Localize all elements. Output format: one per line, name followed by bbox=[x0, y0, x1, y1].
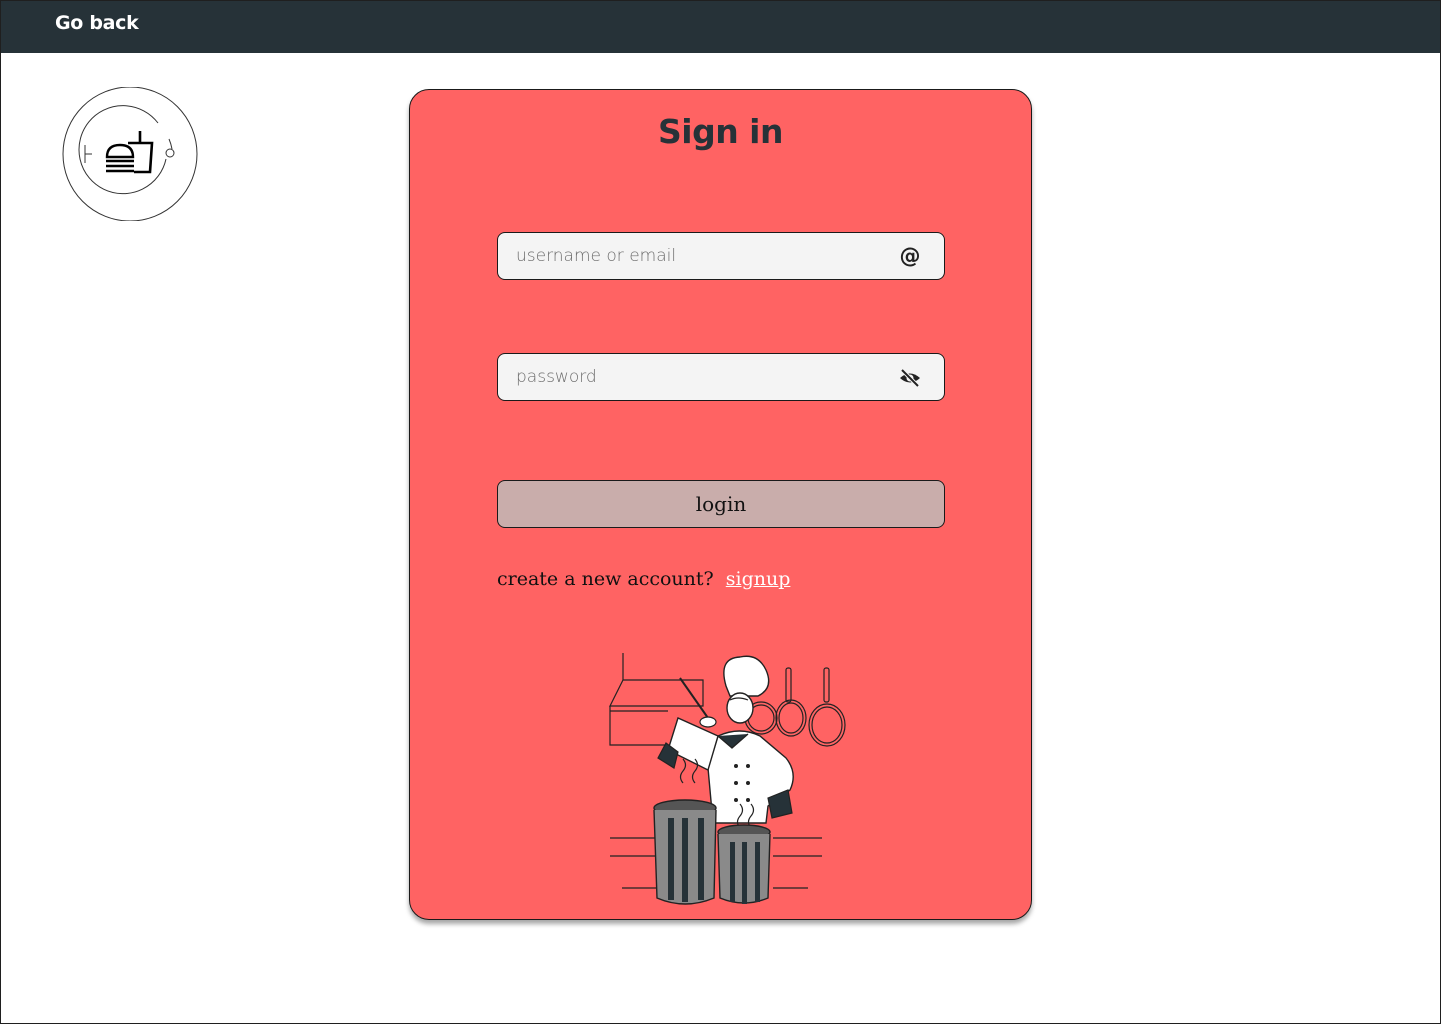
signup-row: create a new account? signup bbox=[497, 568, 790, 590]
username-input[interactable] bbox=[498, 233, 944, 279]
username-field[interactable]: @ bbox=[497, 232, 945, 280]
password-field[interactable] bbox=[497, 353, 945, 401]
chef-illustration bbox=[608, 648, 848, 906]
eye-slash-icon[interactable] bbox=[898, 366, 922, 390]
app-logo bbox=[62, 86, 198, 222]
signup-prompt: create a new account? bbox=[497, 568, 714, 590]
page-title: Sign in bbox=[658, 112, 784, 151]
password-input[interactable] bbox=[498, 354, 944, 400]
food-logo-icon bbox=[62, 86, 198, 222]
chef-cooking-illustration bbox=[609, 653, 846, 905]
sign-in-card: Sign in @ login create a new account? si… bbox=[409, 89, 1032, 920]
top-nav-bar: Go back bbox=[0, 0, 1441, 53]
login-button[interactable]: login bbox=[497, 480, 945, 528]
go-back-link[interactable]: Go back bbox=[55, 12, 139, 34]
signup-link[interactable]: signup bbox=[726, 568, 791, 590]
at-icon: @ bbox=[899, 244, 921, 268]
